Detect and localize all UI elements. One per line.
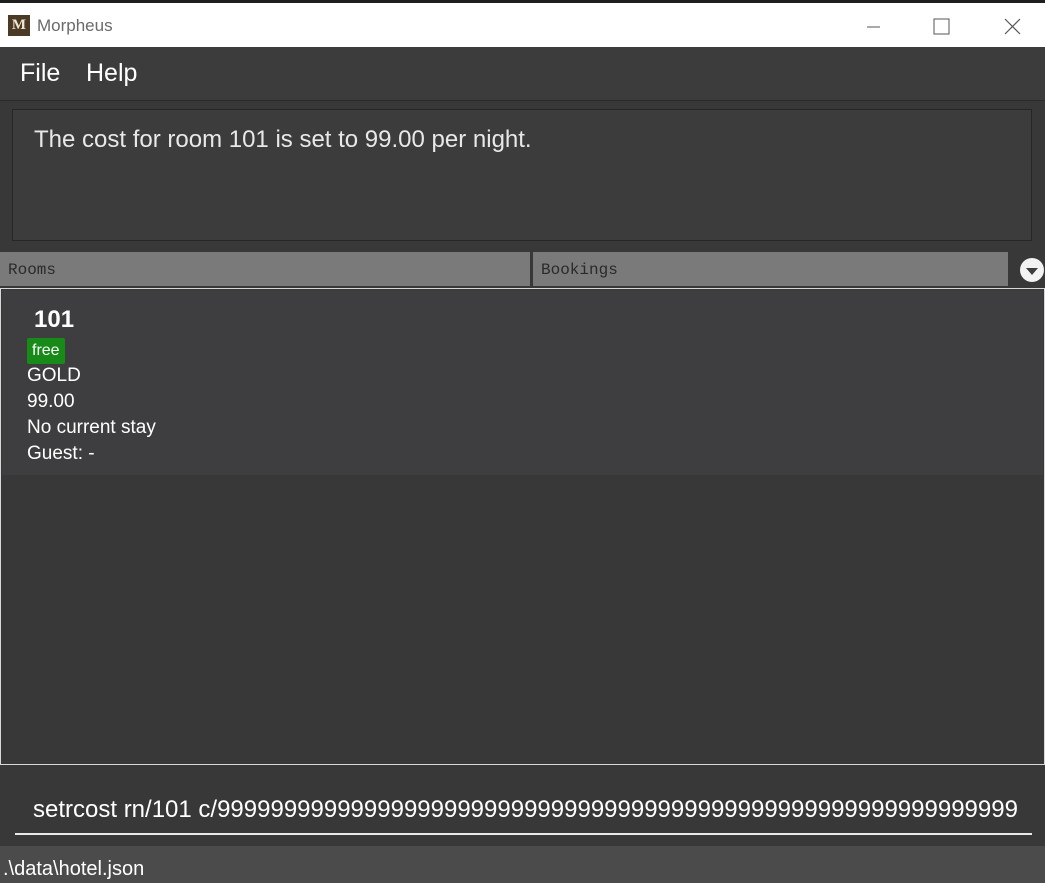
close-button[interactable] [989,11,1035,41]
menu-file[interactable]: File [20,59,60,88]
data-file-path: .\data\hotel.json [3,858,145,880]
room-guest: Guest: - [27,443,95,464]
room-list[interactable]: 101 free GOLD 99.00 No current stay Gues… [0,288,1045,765]
room-tier: GOLD [27,365,81,386]
command-box [0,765,1045,846]
window-title: Morpheus [37,16,113,35]
chevron-down-icon [1026,268,1038,275]
result-display[interactable]: The cost for room 101 is set to 99.00 pe… [12,109,1032,241]
minimize-button[interactable] [850,11,896,41]
tab-dropdown-button[interactable] [1020,258,1044,282]
app-logo-icon: M [8,15,30,36]
result-message: The cost for room 101 is set to 99.00 pe… [34,126,532,153]
window-titlebar: M Morpheus [0,0,1045,47]
room-cost: 99.00 [27,391,75,412]
maximize-button[interactable] [918,11,964,41]
close-icon [1004,18,1021,35]
tab-rooms[interactable]: Rooms [0,252,530,286]
room-number: 101 [34,306,75,333]
menu-help[interactable]: Help [86,59,137,88]
result-display-panel: The cost for room 101 is set to 99.00 pe… [0,101,1045,250]
minimize-icon [867,26,880,28]
room-stay: No current stay [27,417,156,438]
status-badge: free [27,338,65,364]
status-bar: .\data\hotel.json [0,846,1045,883]
tab-bar: Rooms Bookings [0,250,1045,288]
command-input[interactable] [15,787,1032,835]
maximize-icon [933,18,950,35]
tab-bookings[interactable]: Bookings [533,252,1008,286]
menu-bar: File Help [0,47,1045,101]
room-card[interactable]: 101 free GOLD 99.00 No current stay Gues… [2,290,1043,475]
